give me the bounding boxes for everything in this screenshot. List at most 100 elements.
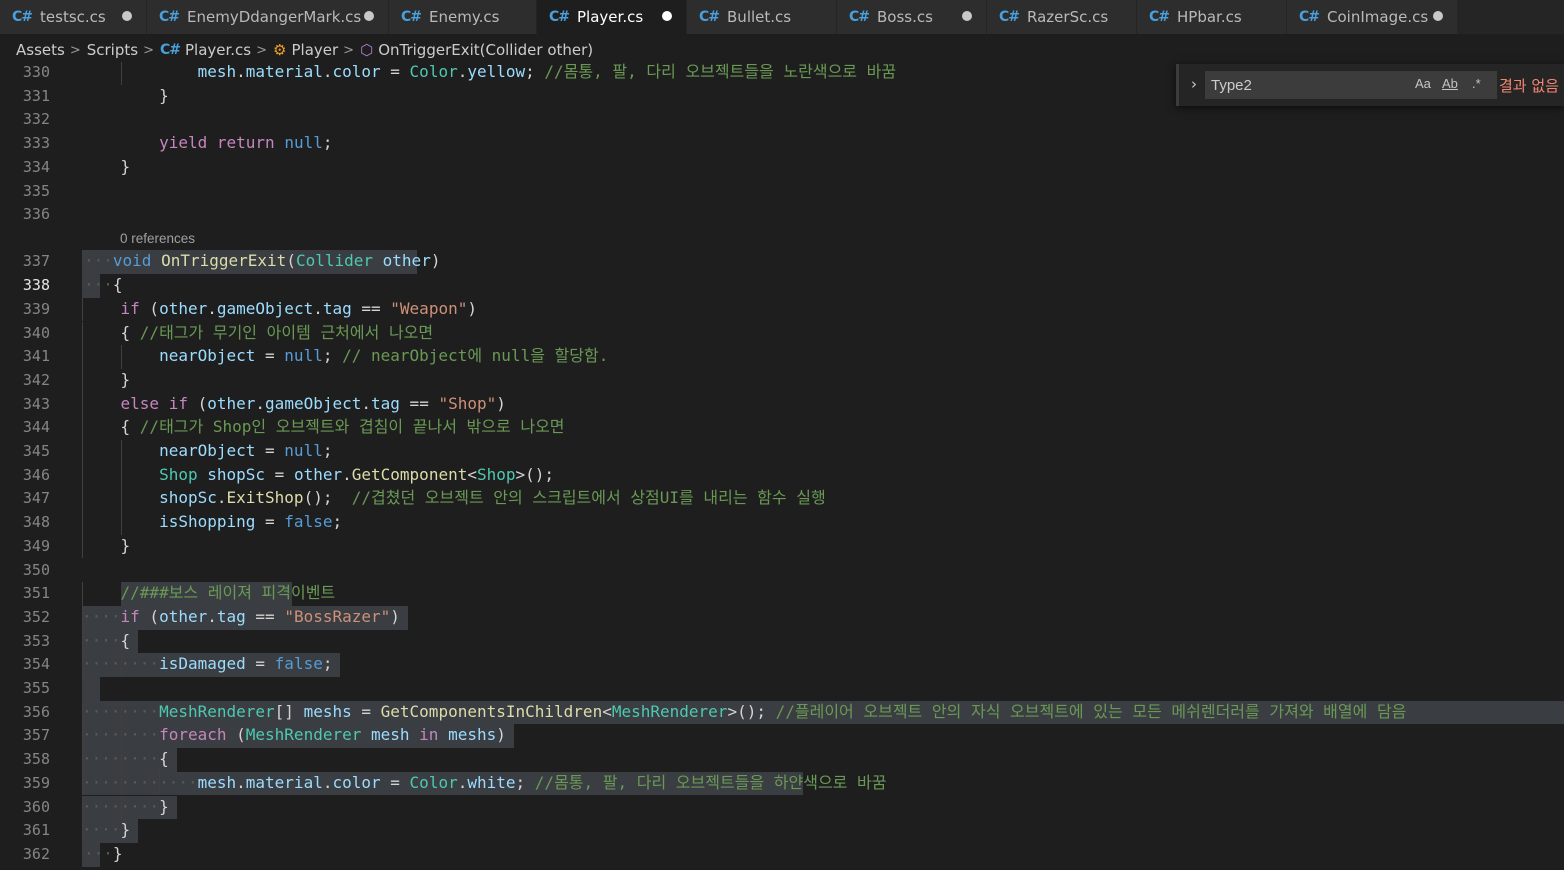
line-number: 356 <box>22 702 50 721</box>
line-number: 337 <box>22 252 50 271</box>
chevron-right-icon: > <box>343 42 355 58</box>
code-line[interactable]: ····if (other.tag == "BossRazer") <box>82 606 400 628</box>
tab-label: RazerSc.cs <box>1027 8 1109 26</box>
line-number: 352 <box>22 607 50 626</box>
tab-label: Enemy.cs <box>429 8 500 26</box>
line-number: 345 <box>22 442 50 460</box>
code-line[interactable]: if (other.gameObject.tag == "Weapon") <box>82 298 477 320</box>
class-icon: ⚙ <box>273 41 287 59</box>
csharp-file-icon: C# <box>849 9 870 25</box>
tab-label: Player.cs <box>577 8 644 26</box>
unsaved-dot-icon[interactable] <box>364 11 374 21</box>
code-editor[interactable]: 330 331 332 333 334 335 336 337 338 339 340 341 342 3… <box>0 62 1564 870</box>
line-number: 350 <box>22 560 50 579</box>
code-line[interactable]: ···} <box>84 843 123 865</box>
tab-enemy[interactable]: C# Enemy.cs <box>389 0 537 34</box>
csharp-file-icon: C# <box>12 9 33 25</box>
breadcrumb-item-class[interactable]: Player <box>291 41 338 59</box>
line-number: 358 <box>22 750 50 769</box>
line-number: 361 <box>22 821 50 840</box>
tab-label: testsc.cs <box>40 8 106 26</box>
match-case-toggle[interactable]: Aa <box>1415 76 1431 91</box>
code-line[interactable]: } <box>82 85 169 107</box>
code-line[interactable]: nearObject = null; // nearObject에 null을 … <box>82 345 608 367</box>
csharp-file-icon: C# <box>159 9 180 25</box>
code-line[interactable]: nearObject = null; <box>82 440 332 462</box>
unsaved-dot-icon[interactable] <box>962 11 972 21</box>
tab-label: Boss.cs <box>877 8 933 26</box>
code-line[interactable]: ····{ <box>82 630 130 652</box>
chevron-right-icon: > <box>143 42 154 58</box>
tab-hpbar[interactable]: C# HPbar.cs <box>1137 0 1287 34</box>
unsaved-dot-icon[interactable] <box>122 11 132 21</box>
code-line[interactable]: ········isDamaged = false; <box>82 653 332 675</box>
code-line[interactable] <box>82 180 121 202</box>
csharp-file-icon: C# <box>549 9 570 25</box>
chevron-right-icon[interactable]: › <box>1185 74 1203 94</box>
breadcrumb-item-method[interactable]: OnTriggerExit(Collider other) <box>378 41 593 59</box>
regex-toggle[interactable]: .* <box>1472 76 1481 91</box>
code-line[interactable]: { //태그가 무기인 아이템 근처에서 나오면 <box>82 322 434 344</box>
line-number: 333 <box>22 134 50 153</box>
code-line[interactable]: ···void OnTriggerExit(Collider other) <box>84 250 440 272</box>
line-number: 355 <box>22 679 50 697</box>
tab-razersc[interactable]: C# RazerSc.cs <box>987 0 1137 34</box>
code-line[interactable]: else if (other.gameObject.tag == "Shop") <box>82 393 506 415</box>
code-line[interactable] <box>82 108 121 130</box>
code-line[interactable]: ····} <box>82 819 130 841</box>
line-number: 342 <box>22 370 50 389</box>
code-line[interactable]: ···{ <box>84 274 123 296</box>
code-line[interactable]: yield return null; <box>82 132 332 154</box>
line-number: 349 <box>22 536 50 555</box>
code-line[interactable]: ············mesh.material.color = Color.… <box>82 772 886 794</box>
code-line[interactable]: mesh.material.color = Color.yellow; //몸통… <box>82 62 896 83</box>
line-number: 344 <box>22 418 50 437</box>
line-number: 331 <box>22 86 50 105</box>
line-number: 330 <box>22 63 50 81</box>
line-number: 340 <box>22 323 50 342</box>
code-line[interactable]: { //태그가 Shop인 오브젝트와 겹침이 끝나서 밖으로 나오면 <box>82 416 565 438</box>
code-line[interactable]: Shop shopSc = other.GetComponent<Shop>()… <box>82 464 554 486</box>
code-line[interactable]: shopSc.ExitShop(); //겹쳤던 오브젝트 안의 스크립트에서 … <box>82 487 826 509</box>
line-number: 351 <box>22 584 50 603</box>
whole-word-toggle[interactable]: Ab <box>1442 76 1458 91</box>
code-line[interactable]: ········} <box>82 796 169 818</box>
line-number: 338 <box>22 276 50 295</box>
tab-enemydangermark[interactable]: C# EnemyDdangerMark.cs <box>147 0 389 34</box>
method-cube-icon: ⬡ <box>360 41 374 59</box>
code-line[interactable]: //###보스 레이져 피격이벤트 <box>82 582 336 604</box>
breadcrumb-item-file[interactable]: Player.cs <box>185 41 251 59</box>
line-number: 348 <box>22 513 50 532</box>
tab-label: HPbar.cs <box>1177 8 1242 26</box>
tab-boss[interactable]: C# Boss.cs <box>837 0 987 34</box>
code-line[interactable]: isShopping = false; <box>82 511 342 533</box>
line-number: 346 <box>22 465 50 484</box>
tab-coinimage[interactable]: C# CoinImage.cs <box>1287 0 1458 34</box>
code-line[interactable]: } <box>82 156 131 178</box>
csharp-file-icon: C# <box>401 9 422 25</box>
tab-player[interactable]: C# Player.cs <box>537 0 687 34</box>
code-line[interactable]: ········foreach (MeshRenderer mesh in me… <box>82 724 506 746</box>
code-line[interactable]: ········{ <box>82 748 169 770</box>
code-line[interactable]: } <box>82 369 131 391</box>
tab-bullet[interactable]: C# Bullet.cs <box>687 0 837 34</box>
breadcrumb-item-assets[interactable]: Assets <box>16 41 65 59</box>
unsaved-dot-icon[interactable] <box>1433 11 1443 21</box>
code-line[interactable]: } <box>82 535 131 557</box>
breadcrumb-item-scripts[interactable]: Scripts <box>87 41 138 59</box>
tab-testsc[interactable]: C# testsc.cs <box>0 0 147 34</box>
unsaved-dot-icon[interactable] <box>662 11 672 21</box>
codelens-references[interactable]: 0 references <box>120 231 195 246</box>
csharp-file-icon: C# <box>1149 9 1170 25</box>
line-number: 335 <box>22 181 50 200</box>
code-line[interactable] <box>82 203 121 225</box>
find-result-status: 결과 없음 <box>1499 77 1559 95</box>
chevron-right-icon: > <box>256 42 268 58</box>
code-line[interactable]: ········MeshRenderer[] meshs = GetCompon… <box>82 701 1406 723</box>
line-number: 343 <box>22 394 50 413</box>
csharp-file-icon: C# <box>999 9 1020 25</box>
line-number: 339 <box>22 299 50 318</box>
line-number: 359 <box>22 773 50 792</box>
line-number: 362 <box>22 844 50 863</box>
csharp-file-icon: C# <box>699 9 720 25</box>
